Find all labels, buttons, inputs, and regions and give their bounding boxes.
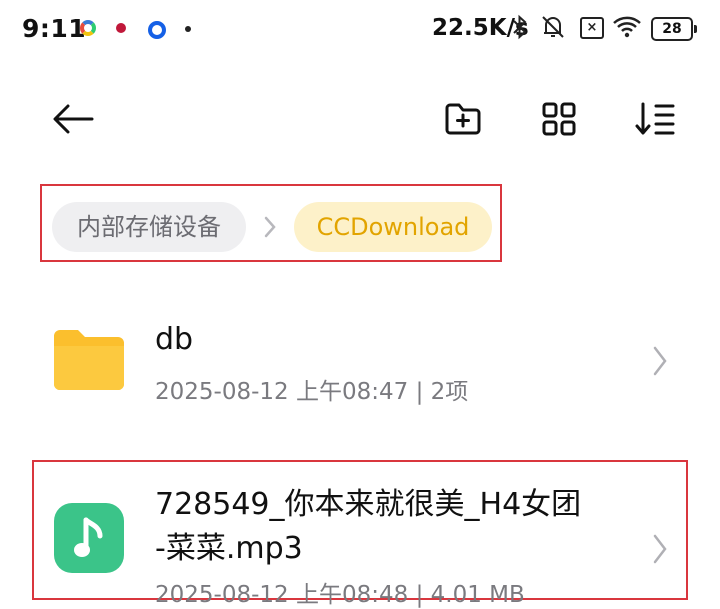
chevron-right-icon <box>653 346 667 376</box>
mute-bell-icon <box>540 14 566 46</box>
chevron-right-icon <box>653 534 667 564</box>
breadcrumb-root[interactable]: 内部存储设备 <box>52 202 246 252</box>
status-bar: 9:11 22.5K/s × 28 <box>0 0 720 58</box>
breadcrumb-current[interactable]: CCDownload <box>294 202 492 252</box>
grid-view-button[interactable] <box>534 94 584 144</box>
music-file-icon <box>54 503 124 573</box>
breadcrumb-separator-icon <box>264 216 276 238</box>
new-folder-icon <box>445 103 481 135</box>
more-notifications-icon <box>185 26 191 32</box>
grid-view-icon <box>542 102 576 136</box>
sort-icon <box>635 102 675 135</box>
file-name-line-2: -菜菜.mp3 <box>155 531 303 566</box>
sort-button[interactable] <box>630 94 680 144</box>
no-sim-icon: × <box>580 17 604 39</box>
file-list-item-mp3[interactable]: 728549_你本来就很美_H4女团 -菜菜.mp3 2025-08-12 上午… <box>0 461 720 608</box>
notification-blue-icon <box>148 21 166 39</box>
battery-indicator: 28 <box>651 17 697 41</box>
bluetooth-icon <box>512 14 528 46</box>
back-arrow-icon <box>53 104 94 134</box>
file-meta: 2025-08-12 上午08:47 | 2项 <box>155 379 469 405</box>
back-button[interactable] <box>48 94 98 144</box>
new-folder-button[interactable] <box>438 94 488 144</box>
file-name: db <box>155 322 194 357</box>
notification-app-icon <box>80 20 96 36</box>
file-meta: 2025-08-12 上午08:48 | 4.01 MB <box>155 582 525 608</box>
folder-icon <box>54 330 124 390</box>
file-name-line-1: 728549_你本来就很美_H4女团 <box>155 487 582 522</box>
status-time: 9:11 <box>22 14 87 43</box>
notification-red-icon <box>116 23 126 33</box>
file-list-item-db[interactable]: db 2025-08-12 上午08:47 | 2项 <box>0 300 720 420</box>
breadcrumb: 内部存储设备 CCDownload <box>40 184 502 262</box>
file-name: 728549_你本来就很美_H4女团 -菜菜.mp3 <box>155 483 581 571</box>
wifi-icon <box>612 14 642 46</box>
toolbar <box>0 80 720 156</box>
